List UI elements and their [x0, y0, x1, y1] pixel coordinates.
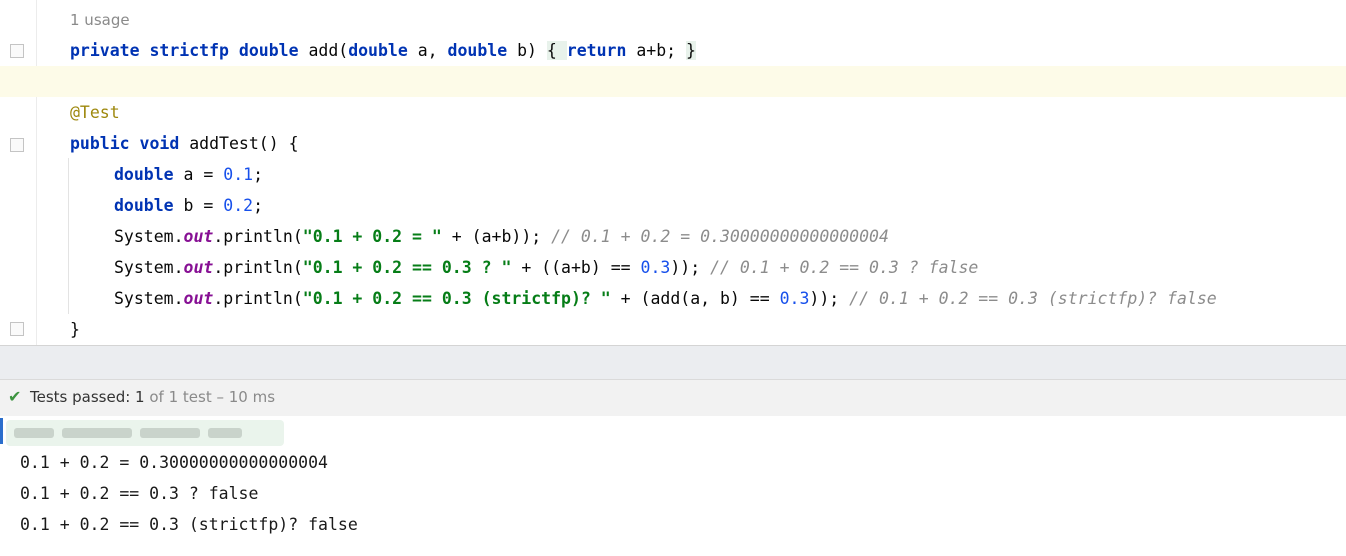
static-field: out — [183, 289, 214, 308]
number-literal: 0.3 — [779, 289, 810, 308]
status-detail: of 1 test – 10 ms — [144, 388, 276, 406]
comment: // 0.1 + 0.2 == 0.3 (strictfp)? false — [849, 289, 1217, 308]
punct: )); — [809, 289, 850, 308]
code-editor[interactable]: 1 usage private strictfp double add(doub… — [0, 0, 1346, 345]
expression: + (add(a, b) == — [610, 289, 780, 308]
console-line: 0.1 + 0.2 = 0.30000000000000004 — [20, 453, 328, 472]
current-line-highlight — [0, 66, 1346, 97]
panel-splitter[interactable] — [0, 345, 1346, 380]
expression: + (a+b)); — [441, 227, 552, 246]
indent-guide — [68, 158, 69, 314]
code-line-print-1[interactable]: System.out.println("0.1 + 0.2 = " + (a+b… — [114, 221, 889, 252]
call: .println( — [213, 227, 303, 246]
code-line-close-brace[interactable]: } — [70, 314, 80, 345]
keyword: private — [70, 41, 140, 60]
redacted-command-line — [6, 420, 284, 446]
editor-gutter — [0, 0, 37, 345]
test-status-text: Tests passed: 1 of 1 test – 10 ms — [30, 380, 275, 414]
code-line-add-method[interactable]: private strictfp double add(double a, do… — [70, 35, 696, 66]
status-label: Tests passed: — [30, 388, 136, 406]
call: .println( — [213, 289, 303, 308]
keyword: public — [70, 134, 130, 153]
annotation: @Test — [70, 103, 120, 122]
keyword: strictfp — [149, 41, 229, 60]
param: a, — [407, 41, 448, 60]
keyword: double — [114, 196, 174, 215]
fold-end-icon[interactable] — [10, 322, 24, 336]
punct: } — [70, 320, 80, 339]
variable: a = — [173, 165, 224, 184]
code-line-print-3[interactable]: System.out.println("0.1 + 0.2 == 0.3 (st… — [114, 283, 1217, 314]
call: .println( — [213, 258, 303, 277]
class-ref: System. — [114, 258, 184, 277]
code-line-annotation[interactable]: @Test — [70, 97, 120, 128]
keyword: double — [348, 41, 408, 60]
keyword: double — [114, 165, 174, 184]
class-ref: System. — [114, 289, 184, 308]
comment: // 0.1 + 0.2 = 0.30000000000000004 — [551, 227, 889, 246]
checkmark-icon: ✔ — [8, 387, 22, 406]
fold-expand-icon[interactable] — [10, 138, 24, 152]
test-status-bar: ✔ Tests passed: 1 of 1 test – 10 ms — [0, 379, 1346, 417]
keyword: double — [238, 41, 299, 60]
code-line-decl-a[interactable]: double a = 0.1; — [114, 159, 263, 190]
punct: ; — [253, 165, 264, 184]
console-output[interactable]: 0.1 + 0.2 = 0.30000000000000004 0.1 + 0.… — [0, 416, 1346, 556]
keyword: return — [566, 41, 627, 60]
param: b) — [507, 41, 547, 60]
folded-brace: { — [546, 41, 567, 60]
passed-count: 1 — [135, 388, 145, 406]
class-ref: System. — [114, 227, 184, 246]
static-field: out — [183, 227, 214, 246]
keyword: double — [447, 41, 508, 60]
usage-hint[interactable]: 1 usage — [70, 6, 130, 34]
console-line: 0.1 + 0.2 == 0.3 (strictfp)? false — [20, 515, 358, 534]
number-literal: 0.1 — [223, 165, 254, 184]
fold-collapsed-icon[interactable] — [10, 44, 24, 58]
string-literal: "0.1 + 0.2 = " — [302, 227, 442, 246]
keyword: void — [139, 134, 180, 153]
number-literal: 0.2 — [223, 196, 254, 215]
punct: ; — [253, 196, 264, 215]
string-literal: "0.1 + 0.2 == 0.3 ? " — [302, 258, 512, 277]
method-name: addTest() { — [179, 134, 299, 153]
console-selection-marker — [0, 418, 3, 444]
method-name: add( — [298, 41, 349, 60]
code-line-print-2[interactable]: System.out.println("0.1 + 0.2 == 0.3 ? "… — [114, 252, 978, 283]
string-literal: "0.1 + 0.2 == 0.3 (strictfp)? " — [302, 289, 611, 308]
comment: // 0.1 + 0.2 == 0.3 ? false — [710, 258, 979, 277]
console-line: 0.1 + 0.2 == 0.3 ? false — [20, 484, 259, 503]
code-line-decl-b[interactable]: double b = 0.2; — [114, 190, 263, 221]
folded-brace: } — [686, 41, 696, 60]
static-field: out — [183, 258, 214, 277]
code-line-method-decl[interactable]: public void addTest() { — [70, 128, 299, 159]
variable: b = — [173, 196, 224, 215]
number-literal: 0.3 — [640, 258, 671, 277]
punct: )); — [670, 258, 711, 277]
expression: + ((a+b) == — [511, 258, 641, 277]
expression: a+b; — [626, 41, 686, 60]
